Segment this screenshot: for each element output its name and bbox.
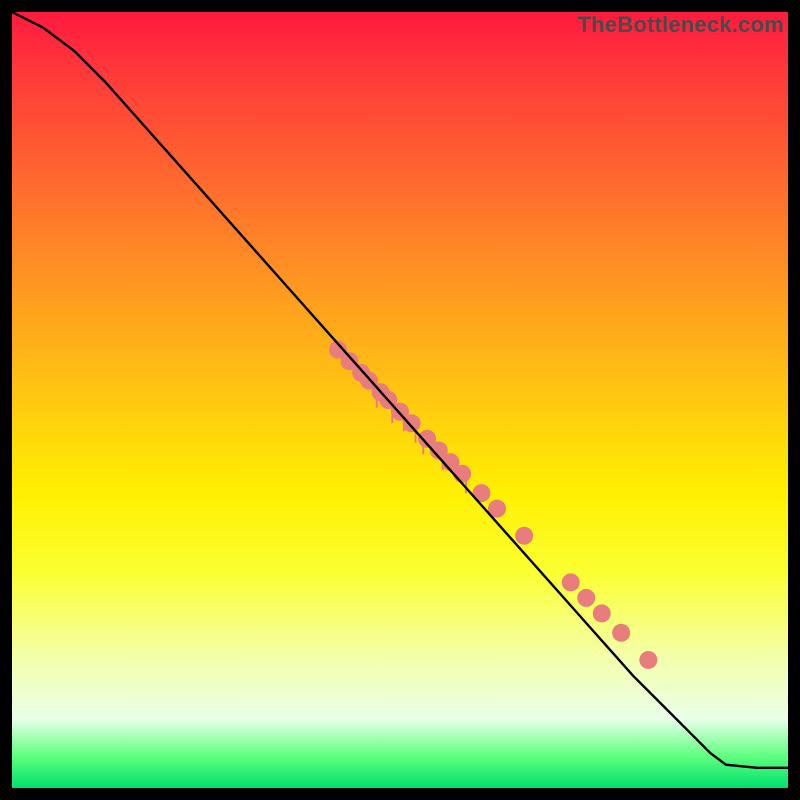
curve-line bbox=[12, 12, 788, 768]
data-point bbox=[593, 604, 611, 622]
chart-frame: TheBottleneck.com bbox=[0, 0, 800, 800]
data-point bbox=[639, 651, 657, 669]
plot-area: TheBottleneck.com bbox=[12, 12, 788, 788]
data-point bbox=[577, 589, 595, 607]
data-point bbox=[612, 624, 630, 642]
data-point bbox=[453, 465, 471, 483]
data-point bbox=[515, 527, 533, 545]
data-point bbox=[403, 414, 421, 432]
data-point bbox=[562, 573, 580, 591]
chart-overlay bbox=[12, 12, 788, 788]
